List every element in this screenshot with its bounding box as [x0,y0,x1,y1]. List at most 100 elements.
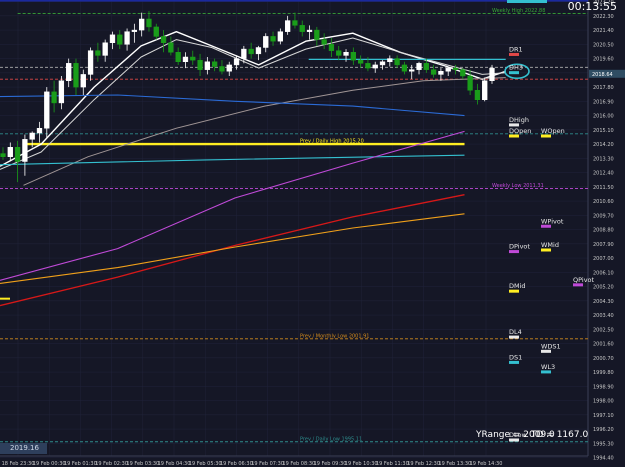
y-tick-label: 2006.10 [593,270,614,276]
y-tick-label: 1997.10 [593,413,614,419]
candle-body [109,34,116,43]
candle-body [168,42,174,53]
x-tick-label: 19 Feb 06:30 [220,461,253,467]
candle-body [416,63,422,70]
level-marker-label: DH3 [509,64,523,72]
candle-body [117,34,123,45]
y-tick-label: 2017.80 [593,85,614,91]
candle-body [29,132,35,140]
candle-body [248,48,254,55]
date-box: 2019.16 [0,443,47,454]
x-tick-label: 18 Feb 23:30 [2,461,35,467]
candle-body [452,67,459,70]
x-tick-label: 19 Feb 00:30 [33,461,66,467]
level-marker-swatch [509,250,519,254]
y-tick-label: 1998.90 [593,384,614,390]
candle-body [226,64,232,72]
candle-body [66,63,72,81]
y-tick-label: 2016.00 [593,114,614,120]
candle-body [489,67,495,82]
candle-body [219,66,225,72]
y-tick-label: 2014.20 [593,142,614,148]
y-tick-label: 2008.80 [593,228,614,234]
level-marker-label: WDS1 [541,342,561,350]
candle-body [190,56,196,61]
x-tick-label: 19 Feb 08:30 [282,461,315,467]
y-tick-label: 2005.20 [593,285,614,291]
y-tick-label: 2020.50 [593,42,614,48]
candle-body [7,147,13,157]
candle-body [139,18,145,31]
level-marker-swatch [509,134,519,138]
candle-body [146,18,152,28]
y-tick-label: 2000.70 [593,356,614,362]
y-tick-label: 2021.40 [593,28,614,34]
td-readout: TD = 1167.0 [531,430,589,440]
level-marker-swatch [541,349,551,353]
y-tick-label: 2007.00 [593,256,614,262]
candle-body [306,29,313,32]
candle-body [124,31,130,45]
candle-body [153,26,159,37]
y-tick-label: 2019.60 [593,57,614,63]
indicator-line [0,37,506,170]
candle-body [22,139,28,162]
candle-body [51,91,57,104]
candle-body [160,36,167,44]
level-marker-swatch [509,52,519,56]
candle-body [197,59,203,70]
y-tick-label: 2013.30 [593,156,614,162]
candle-body [277,31,283,42]
y-tick-label: 2010.60 [593,199,614,205]
candle-body [445,67,451,72]
candle-body [387,58,393,62]
candle-body [80,74,86,88]
candle-body [430,69,437,75]
candle-body [241,48,247,59]
level-marker-label: WPivot [541,217,564,225]
level-marker-label: QPivot [573,276,595,284]
level-marker-label: DOpen [509,127,531,135]
x-tick-label: 19 Feb 12:30 [407,461,440,467]
level-marker-swatch [541,248,551,252]
candle-body [467,75,473,91]
candle-body [233,58,240,66]
candle-body [357,59,364,64]
price-chart[interactable]: 18 Feb 23:3019 Feb 00:3019 Feb 01:3019 F… [0,0,625,467]
indicator-line [0,154,465,166]
current-price-label: 2018.64 [592,72,613,78]
level-line-label: Prev / Daily Low 1995.11 [300,436,362,442]
candle-body [343,52,349,56]
level-marker-label: DHigh [509,116,529,124]
level-line-label: Prev / Daily High 2015.20 [300,139,364,145]
candle-body [482,80,488,100]
candle-body [401,64,408,72]
candle-timer: 00:13:55 [567,0,617,13]
level-line-label: Weekly Low 2011.31 [492,183,544,189]
x-tick-label: 19 Feb 03:30 [126,461,159,467]
level-marker-label: DL4 [509,328,522,336]
candle-body [58,80,65,104]
level-marker-swatch [509,289,519,293]
candle-body [212,61,218,67]
candle-body [182,56,189,62]
candle-body [409,69,415,72]
y-tick-label: 2009.70 [593,213,614,219]
candle-body [73,63,79,88]
level-line-label: Weekly High 2022.88 [492,8,545,14]
y-tick-label: 2022.30 [593,14,614,20]
level-line-label: Prev / Monthly Low 2001.91 [300,333,370,339]
candle-body [474,90,481,100]
y-tick-label: 1998.00 [593,399,614,405]
y-tick-label: 2003.40 [593,313,614,319]
candle-body [44,91,50,129]
x-tick-label: 19 Feb 04:30 [158,461,191,467]
level-marker-swatch [541,370,551,374]
indicator-line [23,77,506,186]
y-tick-label: 2016.90 [593,99,614,105]
x-tick-label: 19 Feb 11:30 [376,461,409,467]
y-tick-label: 2012.40 [593,171,614,177]
level-marker-swatch [509,335,519,339]
x-tick-label: 19 Feb 10:30 [345,461,378,467]
y-tick-label: 2002.50 [593,327,614,333]
